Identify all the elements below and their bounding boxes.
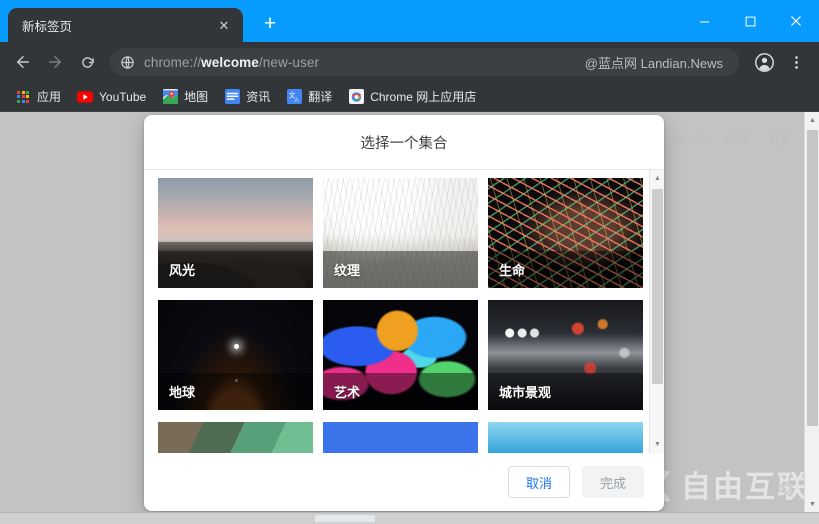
tile-label: 生命 (488, 251, 643, 288)
tile-artwork (158, 422, 313, 453)
page-scroll-thumb[interactable] (807, 130, 818, 426)
chrome-webstore-icon (348, 89, 364, 105)
collection-tile[interactable]: 纹理 (323, 178, 478, 288)
toolbar-watermark: @蓝点网 Landian.News (585, 53, 733, 72)
collection-tile[interactable]: 风光 (158, 178, 313, 288)
dialog-header: 选择一个集合 (144, 115, 664, 170)
new-tab-button[interactable]: + (257, 10, 283, 36)
browser-toolbar: chrome://welcome/new-user @蓝点网 Landian.N… (0, 42, 819, 82)
dialog-footer: 取消 完成 (144, 453, 664, 511)
account-icon[interactable] (749, 47, 779, 77)
collection-grid: 风光 纹理 生命 地球 艺术 (158, 178, 640, 453)
taskbar-active-item[interactable] (315, 515, 375, 522)
minimize-icon[interactable] (681, 0, 727, 42)
scroll-down-arrow-icon[interactable]: ▼ (650, 436, 664, 453)
tile-label: 地球 (158, 373, 313, 410)
bookmark-label: 地图 (184, 88, 208, 105)
youtube-icon (77, 89, 93, 105)
gear-icon (778, 480, 795, 502)
collection-tile[interactable]: 艺术 (323, 300, 478, 410)
bookmark-youtube[interactable]: YouTube (70, 85, 153, 109)
browser-window: Gmail 图片 ❮ 自由互联 ▲ ▼ 选择一个集合 (0, 0, 819, 524)
tile-label: 风光 (158, 251, 313, 288)
dialog-scroll-thumb[interactable] (652, 189, 663, 384)
dialog-title: 选择一个集合 (361, 132, 448, 153)
collection-tile[interactable] (323, 422, 478, 453)
bookmark-news[interactable]: 资讯 (217, 85, 277, 109)
dialog-scrollbar[interactable]: ▲ ▼ (649, 170, 664, 453)
bookmark-label: YouTube (99, 90, 146, 104)
tile-label: 纹理 (323, 251, 478, 288)
bookmark-apps[interactable]: 应用 (8, 85, 68, 109)
page-scrollbar[interactable]: ▲ ▼ (804, 112, 819, 512)
page-scroll-up-arrow[interactable]: ▲ (805, 112, 819, 128)
collection-tile[interactable] (488, 422, 643, 453)
bookmark-label: 翻译 (308, 88, 332, 105)
window-controls (681, 0, 819, 42)
browser-tab[interactable]: 新标签页 ✕ (8, 8, 243, 42)
tile-artwork (488, 422, 643, 453)
reload-icon[interactable] (72, 47, 102, 77)
three-dot-menu-icon[interactable] (781, 47, 811, 77)
collection-tile[interactable]: 城市景观 (488, 300, 643, 410)
bookmark-label: 资讯 (246, 88, 270, 105)
bookmark-label: Chrome 网上应用店 (370, 88, 476, 105)
tile-label: 艺术 (323, 373, 478, 410)
address-bar[interactable]: chrome://welcome/new-user @蓝点网 Landian.N… (110, 48, 739, 76)
apps-grid-icon (15, 89, 31, 105)
done-button[interactable]: 完成 (582, 466, 644, 498)
globe-icon (118, 53, 136, 71)
tab-strip: 新标签页 ✕ + (0, 0, 819, 42)
bookmarks-bar: 应用 YouTube 地图 (0, 82, 819, 112)
collection-tile[interactable]: 生命 (488, 178, 643, 288)
taskbar (0, 512, 819, 524)
close-icon[interactable]: ✕ (215, 16, 233, 34)
tab-title: 新标签页 (22, 16, 215, 35)
page-scroll-down-arrow[interactable]: ▼ (805, 496, 819, 512)
bookmark-translate[interactable]: 文 A 翻译 (279, 85, 339, 109)
collection-tile[interactable]: 地球 (158, 300, 313, 410)
back-arrow-icon[interactable] (8, 47, 38, 77)
maps-pin-icon (162, 89, 178, 105)
news-icon (224, 89, 240, 105)
translate-icon: 文 A (286, 89, 302, 105)
cancel-button[interactable]: 取消 (508, 466, 570, 498)
bookmark-label: 应用 (37, 88, 61, 105)
svg-text:A: A (294, 97, 299, 104)
collection-picker-dialog: 选择一个集合 风光 纹理 生命 地球 (144, 115, 664, 511)
forward-arrow-icon[interactable] (40, 47, 70, 77)
close-icon[interactable] (773, 0, 819, 42)
tile-artwork (323, 422, 478, 453)
collection-tile[interactable] (158, 422, 313, 453)
tile-label: 城市景观 (488, 373, 643, 410)
dialog-body: 风光 纹理 生命 地球 艺术 (144, 170, 664, 453)
maximize-icon[interactable] (727, 0, 773, 42)
bookmark-webstore[interactable]: Chrome 网上应用店 (341, 85, 483, 109)
scroll-up-arrow-icon[interactable]: ▲ (650, 170, 664, 187)
bookmark-maps[interactable]: 地图 (155, 85, 215, 109)
url-text: chrome://welcome/new-user (144, 55, 319, 70)
